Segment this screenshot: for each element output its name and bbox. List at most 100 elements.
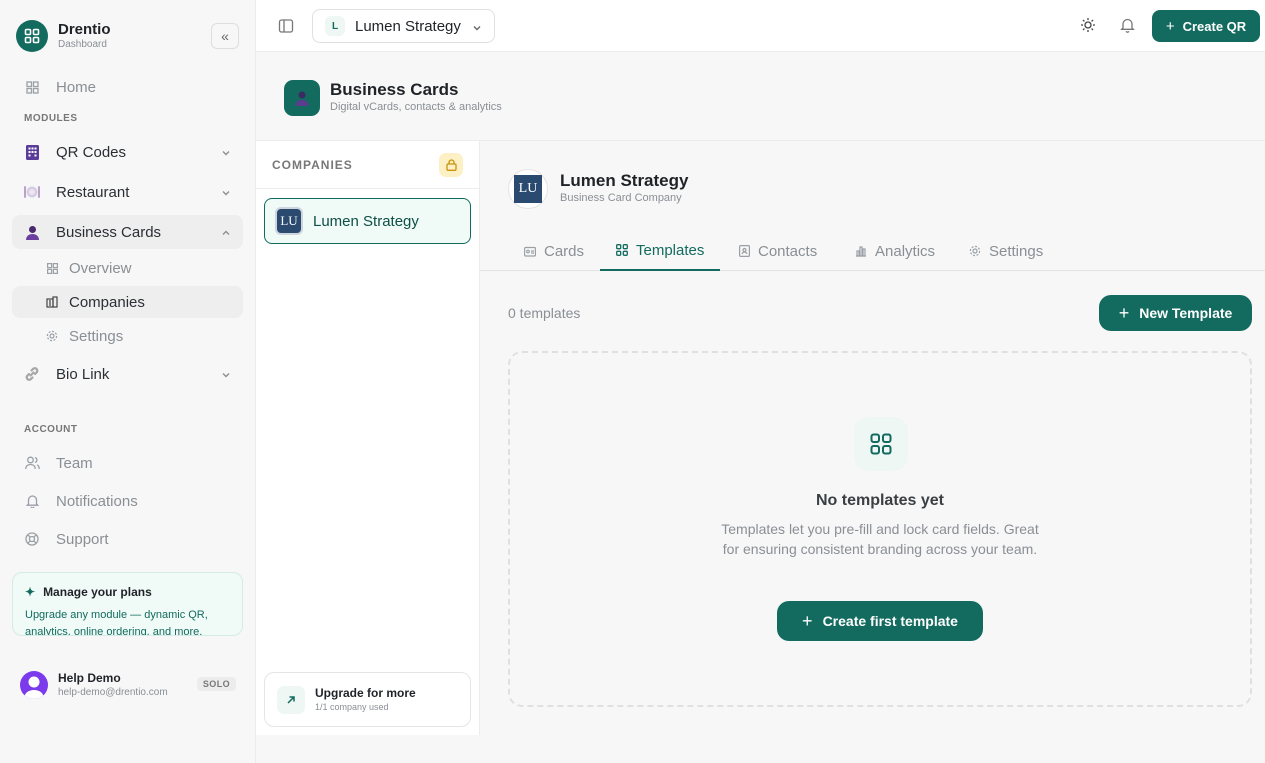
user-name: Help Demo [58, 670, 121, 685]
building-icon [45, 295, 59, 309]
nav-home[interactable]: Home [12, 70, 243, 104]
double-chevron-left-icon: « [221, 28, 229, 44]
grid-icon [616, 244, 628, 256]
chevron-down-icon [221, 185, 231, 202]
plan-badge: SOLO [196, 677, 236, 691]
empty-state-title: No templates yet [815, 492, 945, 509]
person-icon [24, 224, 40, 240]
empty-state-text: Templates let you pre-fill and lock card… [721, 521, 1039, 557]
plans-text: Upgrade any module — dynamic QR, analyti… [25, 609, 208, 636]
user-email: help-demo@drentio.com [58, 686, 168, 698]
company-badge: LU [275, 207, 303, 235]
company-logo: LU [508, 169, 548, 209]
tab-analytics-label: Analytics [875, 242, 936, 260]
company-name: Lumen Strategy [313, 212, 419, 230]
tab-cards[interactable]: Cards [524, 231, 584, 271]
bell-icon[interactable] [1120, 17, 1135, 38]
upgrade-subtitle: 1/1 company used [315, 701, 389, 712]
brand[interactable]: Drentio Dashboard [16, 20, 111, 52]
lifebuoy-icon [24, 531, 40, 547]
grid-icon [45, 261, 59, 275]
nav-business-cards-label: Business Cards [56, 223, 162, 241]
nav-business-cards[interactable]: Business Cards [12, 215, 243, 249]
subnav-overview[interactable]: Overview [12, 252, 243, 284]
nav-team[interactable]: Team [12, 446, 243, 480]
nav-notifications[interactable]: Notifications [12, 484, 243, 518]
bell-icon [24, 493, 40, 509]
company-initial: L [325, 16, 345, 36]
chevron-up-icon [221, 225, 231, 242]
upgrade-card[interactable]: Upgrade for more 1/1 company used [264, 672, 471, 727]
tab-cards-label: Cards [544, 242, 585, 260]
company-type: Business Card Company [560, 192, 682, 204]
sun-icon[interactable] [1080, 17, 1096, 38]
tab-settings[interactable]: Settings [969, 231, 1043, 271]
tab-templates-label: Templates [636, 241, 705, 259]
lock-icon[interactable] [439, 153, 463, 177]
plus-icon: + [802, 610, 813, 631]
tab-contacts-label: Contacts [758, 242, 818, 260]
nav-restaurant[interactable]: Restaurant [12, 175, 243, 209]
sidebar-toggle-icon[interactable] [278, 18, 294, 39]
create-first-template-button[interactable]: + Create first template [777, 601, 983, 641]
subnav-companies[interactable]: Companies [12, 286, 243, 318]
sparkles-icon: ✦ [25, 585, 36, 599]
nav-support[interactable]: Support [12, 522, 243, 556]
companies-header: COMPANIES [256, 141, 480, 189]
qr-logo-icon [16, 20, 48, 52]
templates-grid-icon [854, 417, 908, 471]
tab-contacts[interactable]: Contacts [739, 231, 817, 271]
brand-name: Drentio [58, 21, 111, 38]
subnav-settings[interactable]: Settings [12, 320, 243, 352]
nav-bio-link[interactable]: Bio Link [12, 357, 243, 391]
detail-tabs: Cards Templates Contacts Analytics Setti… [480, 231, 1265, 271]
chevron-down-icon [472, 20, 482, 38]
nav-team-label: Team [56, 454, 93, 472]
new-template-label: New Template [1139, 305, 1233, 321]
company-switcher-label: Lumen Strategy [355, 17, 461, 35]
chevron-down-icon [221, 367, 231, 384]
company-switcher[interactable]: L Lumen Strategy [312, 9, 495, 43]
companies-label: COMPANIES [272, 158, 353, 172]
user-profile[interactable]: Help Demo help-demo@drentio.com SOLO [20, 668, 240, 702]
tab-analytics[interactable]: Analytics [855, 231, 935, 271]
page-title: Business Cards [330, 80, 459, 99]
nav-qr-codes-label: QR Codes [56, 143, 127, 161]
manage-plans-card[interactable]: ✦ Manage your plans Upgrade any module —… [12, 572, 243, 636]
arrow-up-right-icon [277, 685, 305, 714]
page-subtitle: Digital vCards, contacts & analytics [330, 101, 502, 113]
create-first-template-label: Create first template [822, 613, 958, 629]
subnav-overview-label: Overview [69, 259, 132, 277]
company-list-item[interactable]: LU Lumen Strategy [264, 198, 471, 244]
tab-templates[interactable]: Templates [600, 231, 721, 271]
gear-icon [45, 329, 59, 343]
company-title: Lumen Strategy [560, 171, 689, 190]
gear-icon [969, 245, 981, 257]
collapse-sidebar-button[interactable]: « [211, 23, 239, 49]
nav-bio-link-label: Bio Link [56, 365, 110, 383]
create-qr-label: Create QR [1182, 18, 1247, 34]
plus-icon: + [1165, 17, 1175, 35]
qr-building-icon [24, 144, 40, 160]
company-logo-initials: LU [514, 175, 542, 203]
contact-book-icon [739, 245, 750, 257]
template-count: 0 templates [508, 305, 581, 321]
companies-panel: COMPANIES LU Lumen Strategy Upgrade for … [256, 141, 480, 735]
account-section-label: ACCOUNT [24, 424, 78, 435]
upgrade-title: Upgrade for more [315, 685, 416, 700]
new-template-button[interactable]: + New Template [1099, 295, 1252, 331]
create-qr-button[interactable]: + Create QR [1152, 10, 1260, 42]
subnav-settings-label: Settings [69, 327, 124, 345]
nav-qr-codes[interactable]: QR Codes [12, 135, 243, 169]
company-detail: LU Lumen Strategy Business Card Company … [480, 141, 1265, 735]
id-card-icon [524, 246, 536, 257]
brand-subtitle: Dashboard [58, 39, 107, 50]
empty-state: No templates yet Templates let you pre-f… [508, 351, 1252, 707]
chevron-down-icon [221, 145, 231, 162]
plus-icon: + [1118, 302, 1130, 323]
top-bar: L Lumen Strategy + Create QR [256, 0, 1265, 52]
nav-restaurant-label: Restaurant [56, 183, 130, 201]
page-header: Business Cards Digital vCards, contacts … [256, 52, 1265, 141]
nav-home-label: Home [56, 78, 97, 96]
business-card-person-icon [284, 80, 320, 116]
